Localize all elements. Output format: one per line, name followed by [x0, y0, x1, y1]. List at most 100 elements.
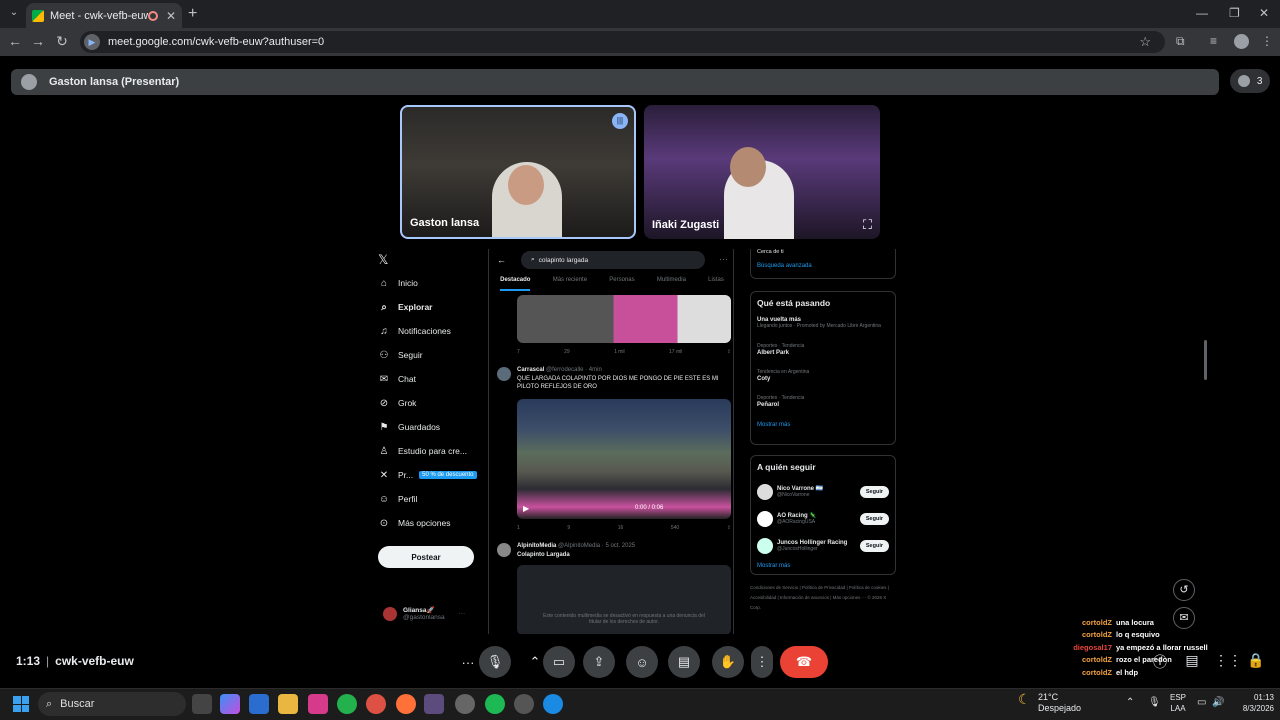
profile-avatar[interactable]: [1234, 34, 1249, 49]
tab-multimedia[interactable]: Multimedia: [657, 277, 686, 291]
scrollbar[interactable]: [1204, 340, 1207, 380]
browser-menu-icon[interactable]: ⋮: [1261, 34, 1273, 48]
follow-button[interactable]: Seguir: [859, 539, 889, 552]
settings-icon[interactable]: [455, 694, 475, 714]
tray-chevron-icon[interactable]: ⌃: [1126, 697, 1134, 708]
browser-tab[interactable]: Meet - cwk-vefb-euw ✕: [26, 3, 182, 28]
crop-icon[interactable]: ⛶: [863, 217, 872, 233]
back-arrow-icon[interactable]: ←: [497, 255, 506, 265]
address-bar[interactable]: ▶ meet.google.com/cwk-vefb-euw?authuser=…: [80, 31, 1165, 53]
like-count[interactable]: 16: [618, 525, 624, 531]
nav-notificaciones[interactable]: ♫ Notificaciones: [378, 319, 488, 343]
restore-icon[interactable]: ❐: [1229, 6, 1240, 20]
nav-chat[interactable]: ✉ Chat: [378, 367, 488, 391]
forward-icon[interactable]: →: [29, 33, 47, 49]
microphone-button[interactable]: 🎙: [479, 646, 511, 678]
volume-icon[interactable]: 🔊: [1212, 697, 1224, 708]
follow-suggestion[interactable]: Nico Varrone 🇦🇷 @NicoVarrone Seguir: [751, 478, 895, 505]
store-icon[interactable]: [249, 694, 269, 714]
trend-item[interactable]: Una vuelta más Llegando juntos · Promoted…: [751, 314, 895, 340]
taskbar-clock[interactable]: 01:13 8/3/2026: [1230, 692, 1274, 714]
advanced-search-link[interactable]: Búsqueda avanzada: [751, 259, 895, 273]
near-you-option[interactable]: Cerca de ti: [751, 249, 895, 259]
tab-destacado[interactable]: Destacado: [500, 277, 531, 291]
nav-perfil[interactable]: ☺ Perfil: [378, 487, 488, 511]
tab-listas[interactable]: Listas: [708, 277, 724, 291]
close-tab-icon[interactable]: ✕: [166, 9, 176, 23]
host-controls-icon[interactable]: 🔒: [1246, 652, 1266, 669]
whatsapp-icon[interactable]: [337, 694, 357, 714]
tab-search-icon[interactable]: ⌄: [6, 5, 22, 21]
nav-guardados[interactable]: ⚑ Guardados: [378, 415, 488, 439]
follow-suggestion[interactable]: AO Racing 🦎 @AORacingUSA Seguir: [751, 505, 895, 532]
steam-icon[interactable]: [514, 694, 534, 714]
retweet-count[interactable]: 29: [564, 349, 570, 355]
x-account-switcher[interactable]: Gliansa🚀 @gastonlansa ···: [383, 606, 465, 621]
reload-icon[interactable]: ↻: [53, 33, 71, 50]
more-dots-icon[interactable]: ···: [719, 254, 728, 264]
view-count[interactable]: 17 mil: [669, 349, 682, 355]
reply-count[interactable]: 1: [517, 525, 520, 531]
follow-button[interactable]: Seguir: [859, 512, 889, 525]
reading-list-icon[interactable]: ≡: [1210, 34, 1217, 48]
new-tab-button[interactable]: +: [188, 5, 197, 23]
trend-item[interactable]: Deportes · Tendencia Albert Park: [751, 340, 895, 366]
tab-personas[interactable]: Personas: [609, 277, 634, 291]
tweet-video[interactable]: ▶ 0:00 / 0:06: [517, 399, 731, 519]
copilot-icon[interactable]: [220, 694, 240, 714]
captions-button[interactable]: ▤: [668, 646, 700, 678]
trend-item[interactable]: Deportes · Tendencia Peñarol: [751, 392, 895, 418]
raise-hand-button[interactable]: ✋: [712, 646, 744, 678]
window-close-icon[interactable]: ✕: [1259, 6, 1269, 20]
weather-widget[interactable]: ☾ 21°C Despejado: [1018, 692, 1081, 714]
spotify-icon[interactable]: [485, 694, 505, 714]
info-icon[interactable]: ⓘ: [1150, 652, 1170, 672]
nav-seguir[interactable]: ⚇ Seguir: [378, 343, 488, 367]
follow-suggestion[interactable]: Juncos Hollinger Racing @JuncosHollinger …: [751, 532, 895, 559]
x-search-input[interactable]: ⌕ colapinto largada: [521, 251, 705, 269]
reactions-button[interactable]: ☺: [626, 646, 658, 678]
tab-mas-reciente[interactable]: Más reciente: [553, 277, 587, 291]
chat-icon[interactable]: ▤: [1182, 652, 1202, 669]
show-more-link[interactable]: Mostrar más: [751, 418, 895, 432]
video-tile-inaki[interactable]: Iñaki Zugasti ⛶: [644, 105, 880, 239]
share-icon[interactable]: ⇪: [727, 349, 731, 355]
like-count[interactable]: 1 mil: [614, 349, 625, 355]
participants-button[interactable]: 3: [1230, 69, 1270, 93]
reply-count[interactable]: 7: [517, 349, 520, 355]
site-info-icon[interactable]: ▶: [84, 34, 100, 50]
windows-start-icon[interactable]: [13, 696, 29, 712]
nav-mas-opciones[interactable]: ⊙ Más opciones: [378, 511, 488, 535]
game-app-icon[interactable]: [424, 694, 444, 714]
activities-icon[interactable]: ⋮⋮: [1214, 652, 1242, 669]
nav-explorar[interactable]: ⌕ Explorar: [378, 295, 488, 319]
more-options-button[interactable]: ⋮: [751, 646, 773, 678]
nav-grok[interactable]: ⊘ Grok: [378, 391, 488, 415]
post-button[interactable]: Postear: [378, 546, 474, 568]
play-icon[interactable]: ▶: [523, 504, 529, 513]
follow-button[interactable]: Seguir: [859, 485, 889, 498]
nav-premium[interactable]: ✕ Pr... 50 % de descuento: [378, 463, 488, 487]
mic-tray-icon[interactable]: 🎙: [1148, 697, 1161, 708]
tweet-media[interactable]: [517, 295, 731, 343]
retweet-count[interactable]: 9: [567, 525, 570, 531]
back-icon[interactable]: ←: [6, 33, 24, 49]
file-explorer-icon[interactable]: [278, 694, 298, 714]
share-icon[interactable]: ⇪: [727, 525, 731, 531]
language-indicator[interactable]: ESP LAA: [1170, 692, 1186, 714]
show-more-link[interactable]: Mostrar más: [751, 559, 895, 573]
instagram-icon[interactable]: [308, 694, 328, 714]
view-count[interactable]: 540: [671, 525, 679, 531]
more-dots-icon[interactable]: ···: [459, 610, 466, 617]
edge-icon[interactable]: [543, 694, 563, 714]
video-tile-gaston[interactable]: ||| Gaston lansa: [400, 105, 636, 239]
refresh-icon[interactable]: ↺: [1173, 579, 1195, 601]
trend-item[interactable]: Tendencia en Argentina Coty: [751, 366, 895, 392]
x-logo-icon[interactable]: 𝕏: [378, 249, 488, 271]
nav-estudio[interactable]: ♙ Estudio para cre...: [378, 439, 488, 463]
firefox-icon[interactable]: [396, 694, 416, 714]
chrome-icon[interactable]: [366, 694, 386, 714]
minimize-icon[interactable]: —: [1196, 6, 1208, 20]
extensions-icon[interactable]: ⧉: [1176, 34, 1185, 49]
nav-inicio[interactable]: ⌂ Inicio: [378, 271, 488, 295]
